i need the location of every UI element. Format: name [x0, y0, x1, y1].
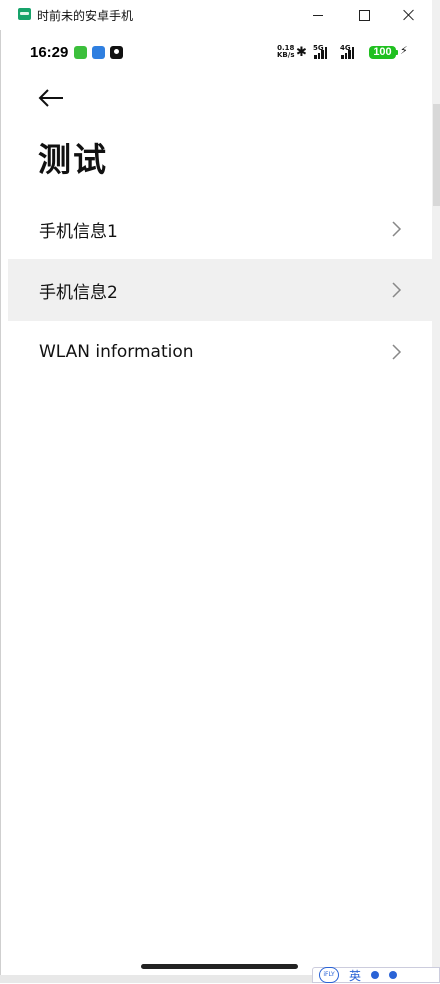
list-item-wlan-information[interactable]: WLAN information [8, 321, 432, 383]
list-item-label: 手机信息2 [39, 282, 118, 303]
bluetooth-icon: ✱ [296, 45, 307, 60]
window-title: 时前未的安卓手机 [37, 9, 134, 23]
chevron-right-icon [392, 344, 402, 360]
ime-toolbar[interactable]: iFLY 英 [312, 967, 440, 983]
page-title: 测试 [38, 140, 108, 179]
list-item-label: WLAN information [39, 342, 194, 362]
chevron-right-icon [392, 282, 402, 298]
back-button[interactable] [34, 82, 70, 114]
network-speed-unit: KB/s [277, 51, 295, 59]
app-icon [18, 8, 31, 20]
home-indicator[interactable] [141, 964, 298, 969]
minimize-icon [313, 14, 323, 16]
notification-app-icon [74, 46, 87, 59]
list-item-label: 手机信息1 [39, 221, 118, 242]
chevron-right-icon [392, 221, 402, 237]
window-titlebar: 时前未的安卓手机 [0, 0, 432, 30]
minimize-button[interactable] [295, 0, 341, 30]
desktop-strip [432, 0, 440, 983]
ime-mode-toggle[interactable]: 英 [349, 967, 361, 984]
signal-bars-icon-2 [341, 47, 354, 59]
battery-level: 100 [369, 46, 396, 59]
maximize-icon [358, 9, 370, 21]
close-icon [403, 9, 415, 21]
ime-logo-icon[interactable]: iFLY [319, 967, 339, 983]
close-button[interactable] [386, 0, 432, 30]
signal-bars-icon [314, 47, 327, 59]
notification-alipay-icon [92, 46, 105, 59]
ime-voice-icon[interactable] [371, 971, 380, 979]
battery-tip [396, 50, 398, 55]
back-arrow-icon [38, 89, 63, 107]
notification-contact-icon [110, 46, 123, 59]
ime-more-icon[interactable] [389, 971, 398, 979]
charging-icon: ⚡ [400, 44, 408, 57]
window-left-border [0, 30, 8, 975]
list-item-phone-info-2[interactable]: 手机信息2 [8, 259, 432, 321]
list-item-phone-info-1[interactable]: 手机信息1 [8, 198, 432, 260]
scrollbar[interactable] [433, 104, 440, 206]
network-speed: 0.18 KB/s [277, 45, 294, 59]
status-time: 16:29 [30, 44, 69, 61]
maximize-button[interactable] [341, 0, 387, 30]
